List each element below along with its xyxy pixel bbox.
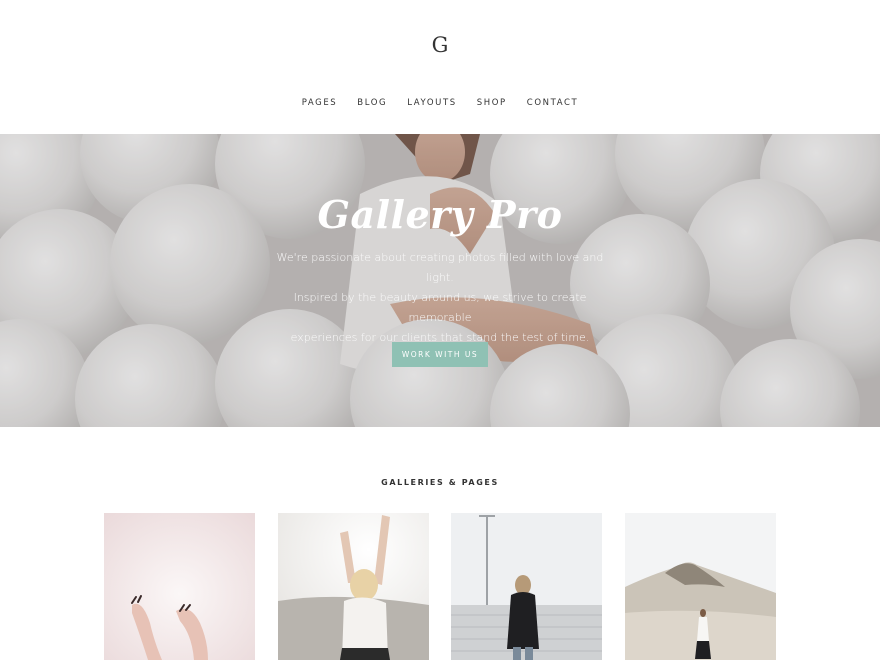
boardwalk-photo (451, 513, 602, 660)
hands-photo (104, 513, 255, 660)
hero-description: We're passionate about creating photos f… (270, 248, 610, 348)
gallery-thumbnail-boardwalk[interactable] (451, 513, 602, 660)
nav-item-shop[interactable]: SHOP (467, 96, 517, 110)
gallery-grid (104, 513, 776, 660)
main-navigation: PAGES BLOG LAYOUTS SHOP CONTACT (0, 96, 880, 110)
hero-description-line: We're passionate about creating photos f… (276, 251, 604, 284)
arms-raised-photo (278, 513, 429, 660)
nav-item-contact[interactable]: CONTACT (517, 96, 589, 110)
nav-item-pages[interactable]: PAGES (292, 96, 348, 110)
gallery-thumbnail-arms-raised[interactable] (278, 513, 429, 660)
site-logo[interactable]: G (0, 32, 880, 58)
hero-title: Gallery Pro (317, 192, 563, 237)
desert-photo (625, 513, 776, 660)
hero-banner: Gallery Pro We're passionate about creat… (0, 134, 880, 427)
nav-item-blog[interactable]: BLOG (347, 96, 397, 110)
nav-item-layouts[interactable]: LAYOUTS (397, 96, 467, 110)
gallery-thumbnail-desert[interactable] (625, 513, 776, 660)
work-with-us-button[interactable]: WORK WITH US (392, 342, 488, 367)
hero-description-line: Inspired by the beauty around us, we str… (293, 291, 587, 324)
section-title: GALLERIES & PAGES (381, 478, 499, 487)
gallery-thumbnail-hands[interactable] (104, 513, 255, 660)
